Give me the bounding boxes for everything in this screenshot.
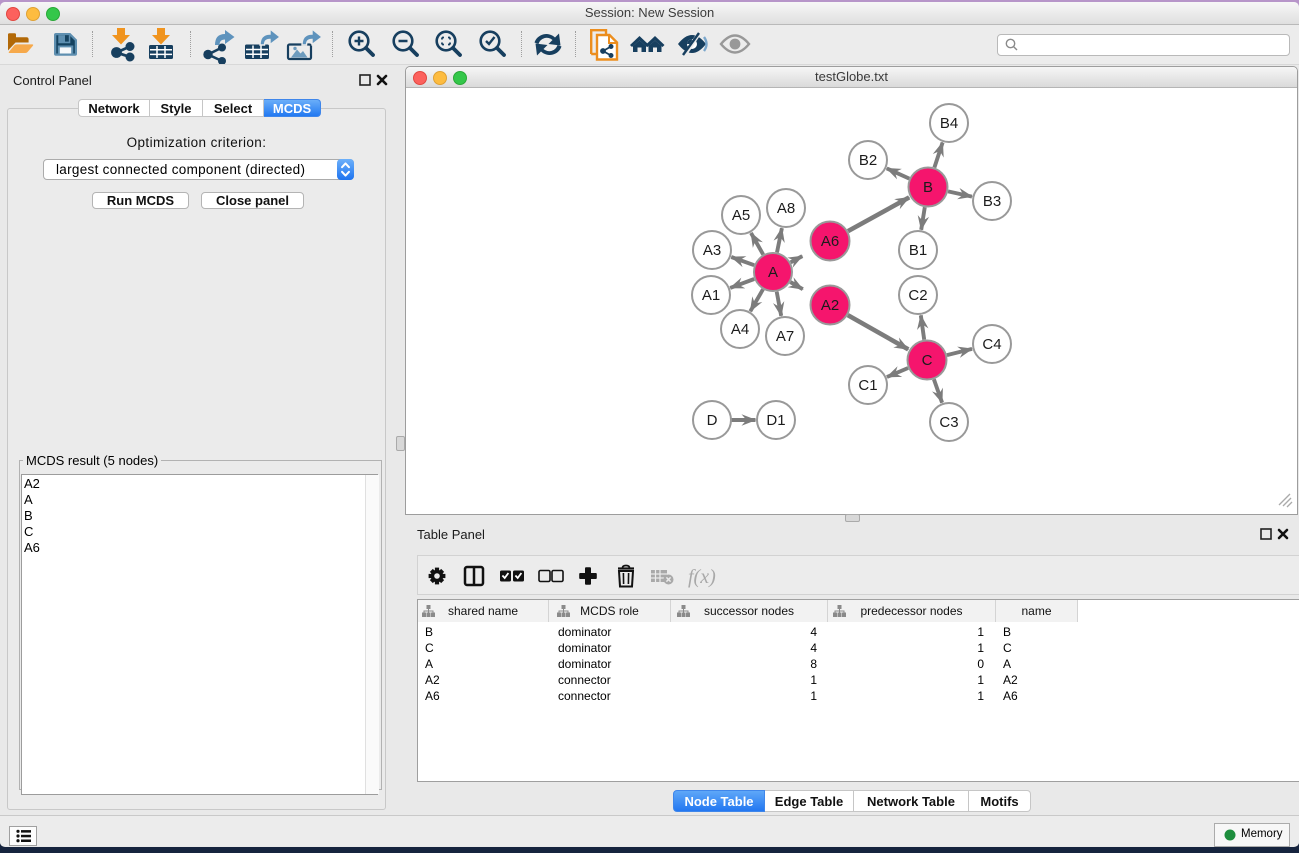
svg-text:A7: A7: [776, 328, 794, 345]
svg-text:C: C: [922, 352, 933, 369]
svg-text:A: A: [768, 264, 778, 281]
svg-text:C4: C4: [982, 336, 1001, 353]
svg-text:f(x): f(x): [688, 566, 716, 588]
svg-text:C3: C3: [939, 414, 958, 431]
svg-text:C1: C1: [858, 377, 877, 394]
svg-text:A4: A4: [731, 321, 749, 338]
svg-text:B2: B2: [859, 152, 877, 169]
svg-text:A8: A8: [777, 200, 795, 217]
svg-text:D1: D1: [766, 412, 785, 429]
svg-text:A5: A5: [732, 207, 750, 224]
svg-text:A1: A1: [702, 287, 720, 304]
svg-text:A6: A6: [821, 233, 839, 250]
svg-text:B4: B4: [940, 115, 958, 132]
svg-text:D: D: [707, 412, 718, 429]
svg-text:A3: A3: [703, 242, 721, 259]
svg-text:B1: B1: [909, 242, 927, 259]
svg-text:B: B: [923, 179, 933, 196]
svg-text:A2: A2: [821, 297, 839, 314]
svg-text:B3: B3: [983, 193, 1001, 210]
svg-text:C2: C2: [908, 287, 927, 304]
